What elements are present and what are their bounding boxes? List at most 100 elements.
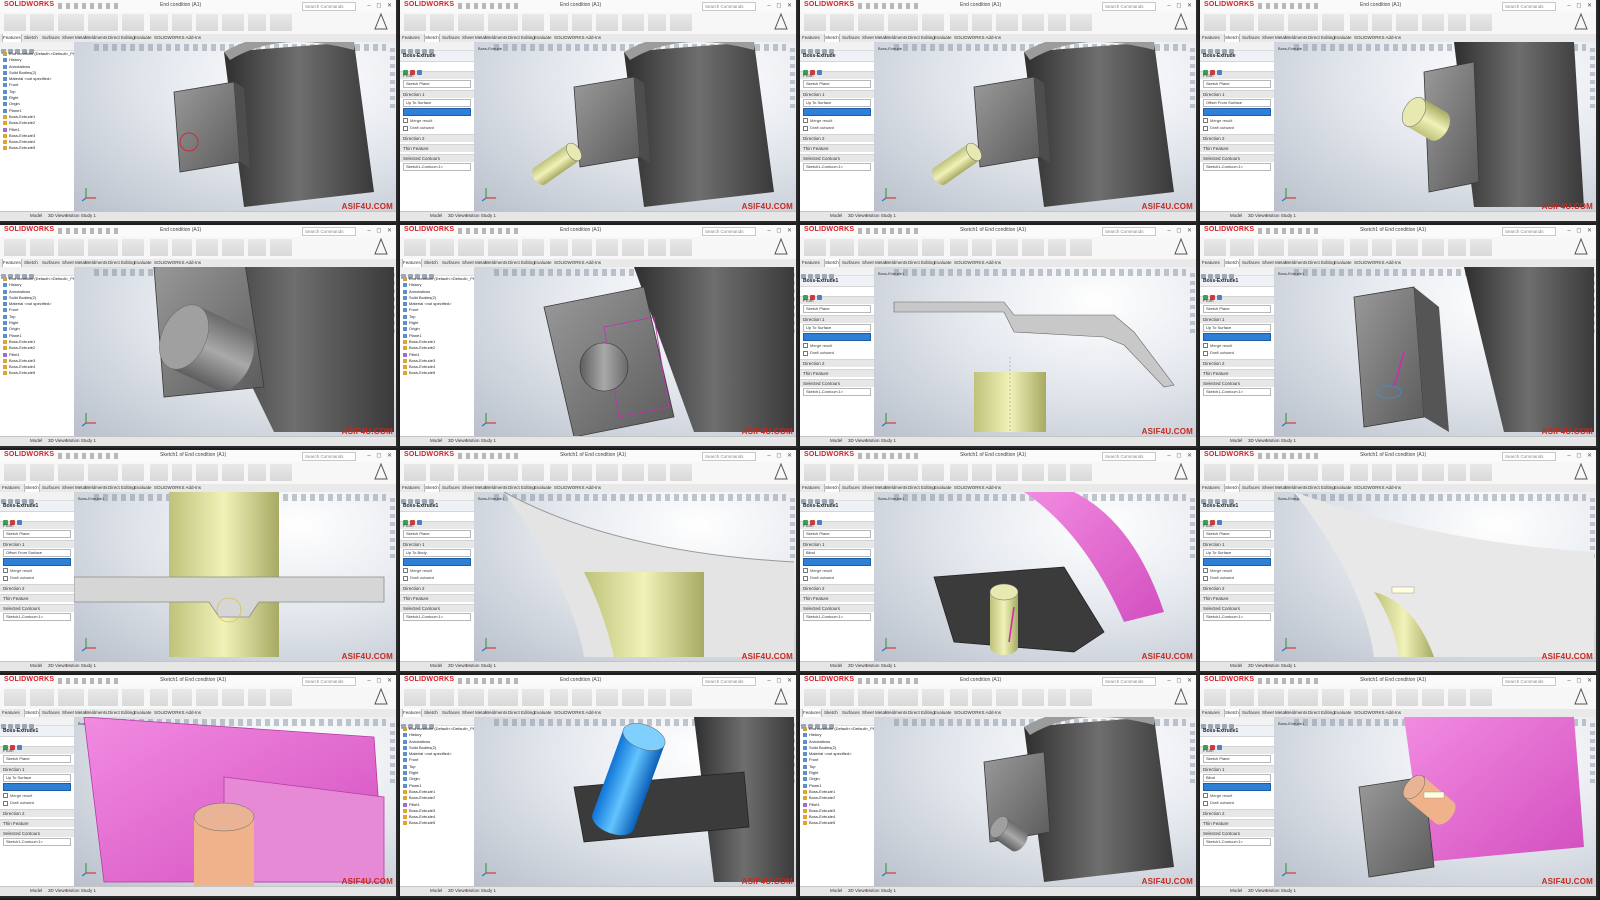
ribbon-command-button[interactable] <box>458 464 484 481</box>
feature-manager-toolbar[interactable] <box>400 717 474 729</box>
model-tab[interactable]: 3D Views <box>48 663 67 668</box>
tab-weldments[interactable]: Weldments <box>85 709 107 717</box>
from-select[interactable]: Sketch Plane <box>803 80 871 88</box>
draft-outward-checkbox[interactable]: Draft outward <box>800 574 874 581</box>
tab-sheet-metal[interactable]: Sheet Metal <box>462 34 486 42</box>
draft-outward-checkbox[interactable]: Draft outward <box>1200 799 1274 806</box>
ribbon-command-button[interactable] <box>248 239 266 256</box>
merge-result-checkbox[interactable]: Merge result <box>800 342 874 349</box>
tab-evaluate[interactable]: Evaluate <box>1334 34 1352 42</box>
feature-manager-toolbar[interactable] <box>1200 492 1274 504</box>
quick-access-toolbar[interactable] <box>1258 228 1318 234</box>
ribbon-command-button[interactable] <box>30 464 54 481</box>
graphics-area[interactable]: ASIF4U.COM <box>74 42 396 212</box>
property-manager[interactable]: Boss-Extrude From Sketch Plane Direction 1U… <box>400 42 475 212</box>
ribbon-command-button[interactable] <box>1022 239 1044 256</box>
tab-sketch[interactable]: Sketch <box>24 259 38 267</box>
search-commands-input[interactable]: Search Commands <box>302 452 356 461</box>
tab-weldments[interactable]: Weldments <box>485 259 507 267</box>
model-tab[interactable]: 3D Views <box>848 438 867 443</box>
ribbon-command-button[interactable] <box>950 689 968 706</box>
ribbon-command-button[interactable] <box>1470 689 1492 706</box>
ribbon-command-button[interactable] <box>1204 239 1226 256</box>
ribbon-command-button[interactable] <box>172 239 192 256</box>
ribbon-command-button[interactable] <box>122 14 144 31</box>
ribbon-command-button[interactable] <box>1372 14 1392 31</box>
ribbon-command-button[interactable] <box>670 14 692 31</box>
model-tab[interactable]: Motion Study 1 <box>1266 663 1296 668</box>
tab-sheet-metal[interactable]: Sheet Metal <box>1262 484 1286 492</box>
tab-features[interactable]: Features <box>1202 709 1220 717</box>
window-controls[interactable]: – ◻ ✕ <box>1167 452 1194 459</box>
model-tab[interactable]: Model <box>1230 213 1242 218</box>
tab-sheet-metal[interactable]: Sheet Metal <box>1262 709 1286 717</box>
ribbon-command-button[interactable] <box>1288 689 1318 706</box>
merge-result-checkbox[interactable]: Merge result <box>800 117 874 124</box>
ribbon-command-button[interactable] <box>1322 464 1344 481</box>
ribbon-command-button[interactable] <box>1396 689 1418 706</box>
command-manager-ribbon[interactable] <box>1200 12 1596 35</box>
preview-icon[interactable] <box>1217 745 1222 750</box>
tab-evaluate[interactable]: Evaluate <box>534 34 552 42</box>
merge-result-checkbox[interactable]: Merge result <box>1200 792 1274 799</box>
preview-icon[interactable] <box>1217 70 1222 75</box>
contour-list[interactable]: Sketch1-Contour<1> <box>1203 387 1271 396</box>
tab-solidworks-add-ins[interactable]: SOLIDWORKS Add-Ins <box>154 259 201 267</box>
graphics-area[interactable]: ASIF4U.COM <box>874 717 1196 887</box>
ribbon-command-button[interactable] <box>888 239 918 256</box>
tab-sheet-metal[interactable]: Sheet Metal <box>1262 259 1286 267</box>
tab-solidworks-add-ins[interactable]: SOLIDWORKS Add-Ins <box>1354 484 1401 492</box>
ribbon-command-button[interactable] <box>596 14 618 31</box>
model-tab[interactable]: 3D Views <box>1248 213 1267 218</box>
model-tab[interactable]: 3D Views <box>448 438 467 443</box>
ribbon-command-button[interactable] <box>1288 239 1318 256</box>
tab-evaluate[interactable]: Evaluate <box>134 484 152 492</box>
window-controls[interactable]: – ◻ ✕ <box>367 2 394 9</box>
feature-manager-tree[interactable]: End condition (Default<<Default>_Phot His… <box>400 267 475 437</box>
tab-weldments[interactable]: Weldments <box>85 259 107 267</box>
ribbon-command-button[interactable] <box>804 14 826 31</box>
tab-direct-editing[interactable]: Direct Editing <box>108 709 135 717</box>
thin-feature-section[interactable]: Thin Feature <box>0 593 74 602</box>
model-tab[interactable]: 3D Views <box>848 888 867 893</box>
ribbon-command-button[interactable] <box>550 464 568 481</box>
draft-outward-checkbox[interactable]: Draft outward <box>1200 124 1274 131</box>
ribbon-command-button[interactable] <box>1350 464 1368 481</box>
tab-surfaces[interactable]: Surfaces <box>42 34 60 42</box>
ribbon-command-button[interactable] <box>1258 464 1284 481</box>
ribbon-command-button[interactable] <box>1372 464 1392 481</box>
ribbon-command-button[interactable] <box>972 239 992 256</box>
ribbon-command-button[interactable] <box>1070 14 1092 31</box>
tab-surfaces[interactable]: Surfaces <box>442 709 460 717</box>
tab-weldments[interactable]: Weldments <box>885 484 907 492</box>
ribbon-command-button[interactable] <box>1422 464 1444 481</box>
ribbon-command-button[interactable] <box>670 239 692 256</box>
ribbon-command-button[interactable] <box>4 14 26 31</box>
tab-sketch[interactable]: Sketch <box>24 484 40 492</box>
feature-manager-toolbar[interactable] <box>1200 267 1274 279</box>
contour-list[interactable]: Sketch1-Contour<1> <box>1203 837 1271 846</box>
ribbon-command-button[interactable] <box>1204 464 1226 481</box>
ribbon-command-button[interactable] <box>248 14 266 31</box>
ribbon-command-button[interactable] <box>88 464 118 481</box>
ribbon-command-button[interactable] <box>622 239 644 256</box>
tab-sketch[interactable]: Sketch <box>1224 709 1240 717</box>
tab-sketch[interactable]: Sketch <box>24 34 38 42</box>
direction2-section[interactable]: Direction 2 <box>800 358 874 367</box>
model-tab[interactable]: Motion Study 1 <box>66 213 96 218</box>
graphics-area[interactable]: Boss-Extrude ASIF4U.COM <box>1274 42 1596 212</box>
quick-access-toolbar[interactable] <box>1258 453 1318 459</box>
tab-sketch[interactable]: Sketch <box>424 484 440 492</box>
feature-manager-toolbar[interactable] <box>800 717 874 729</box>
ribbon-command-button[interactable] <box>550 689 568 706</box>
tab-solidworks-add-ins[interactable]: SOLIDWORKS Add-Ins <box>954 34 1001 42</box>
ribbon-command-button[interactable] <box>648 689 666 706</box>
model-tab[interactable]: 3D Views <box>1248 888 1267 893</box>
graphics-area[interactable]: Boss-Extrude1ASIF4U.COM <box>1274 267 1596 437</box>
preview-icon[interactable] <box>17 520 22 525</box>
quick-access-toolbar[interactable] <box>1258 678 1318 684</box>
ribbon-command-button[interactable] <box>1070 689 1092 706</box>
tab-direct-editing[interactable]: Direct Editing <box>1308 34 1335 42</box>
ribbon-command-button[interactable] <box>58 464 84 481</box>
thin-feature-section[interactable]: Thin Feature <box>800 593 874 602</box>
